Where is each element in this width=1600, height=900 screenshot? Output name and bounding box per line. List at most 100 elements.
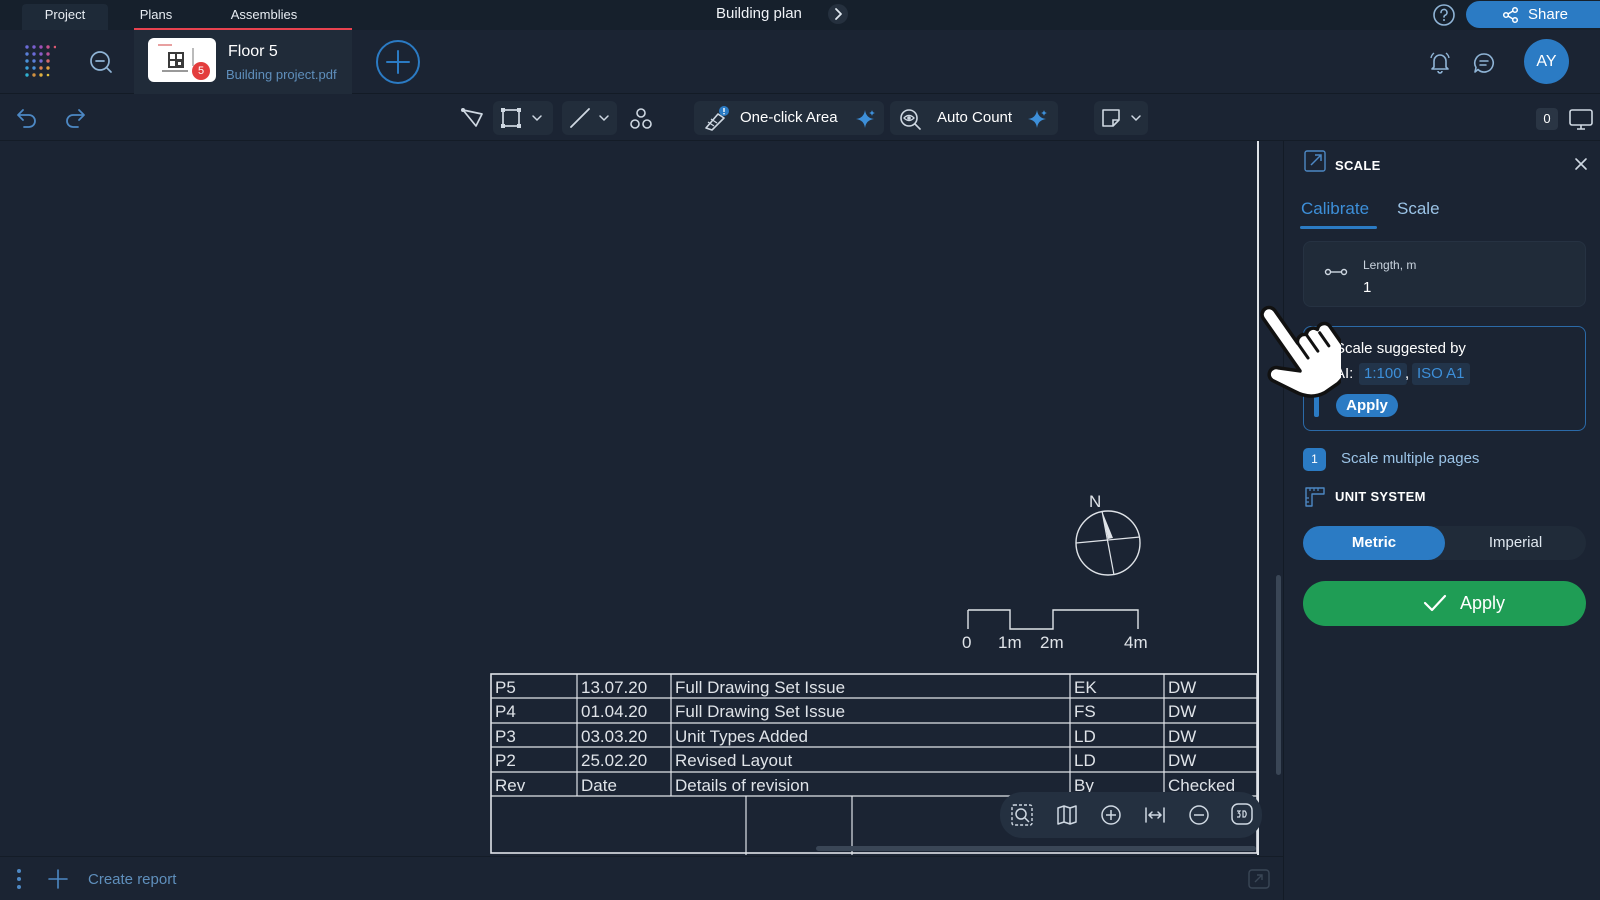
header-date: Date <box>581 776 617 795</box>
table-row: P5 13.07.20 Full Drawing Set Issue EK DW <box>495 678 1196 697</box>
notifications-bell-icon[interactable] <box>1428 50 1452 74</box>
metric-option[interactable]: Metric <box>1303 526 1445 560</box>
header-rev: Rev <box>495 776 526 795</box>
table-row: P3 03.03.20 Unit Types Added LD DW <box>495 727 1196 746</box>
3d-view-icon[interactable] <box>1230 802 1254 826</box>
tab-assemblies[interactable]: Assemblies <box>216 4 312 30</box>
date-cell: 01.04.20 <box>581 702 647 721</box>
tab-plans[interactable]: Plans <box>134 4 178 30</box>
share-button[interactable]: Share <box>1466 1 1600 28</box>
redo-icon[interactable] <box>64 107 88 129</box>
polygon-area-tool-icon[interactable] <box>460 106 486 130</box>
help-icon[interactable] <box>1432 3 1456 27</box>
rev-cell: P5 <box>495 678 516 697</box>
add-plan-icon[interactable] <box>376 40 420 84</box>
sticky-note-icon[interactable] <box>1099 106 1123 130</box>
line-tool-group[interactable] <box>562 101 617 135</box>
rev-cell: P4 <box>495 702 516 721</box>
search-plans-icon[interactable] <box>88 49 114 75</box>
checkmark-icon <box>1422 593 1448 613</box>
details-cell: Unit Types Added <box>675 727 808 746</box>
details-cell: Revised Layout <box>675 751 792 770</box>
apply-suggestion-button[interactable]: Apply <box>1336 394 1398 417</box>
zoom-area-icon[interactable] <box>1010 803 1034 827</box>
checked-cell: DW <box>1168 702 1196 721</box>
date-cell: 03.03.20 <box>581 727 647 746</box>
apps-grid-icon[interactable] <box>24 44 56 78</box>
details-cell: Full Drawing Set Issue <box>675 678 845 697</box>
scale-bar <box>967 609 1139 630</box>
length-field[interactable] <box>1303 241 1586 307</box>
length-label: Length, m <box>1363 258 1417 272</box>
rev-cell: P3 <box>495 727 516 746</box>
comments-icon[interactable] <box>1472 51 1496 75</box>
display-panel-icon[interactable] <box>1568 107 1594 131</box>
ai-sparkle-icon <box>854 108 876 130</box>
plus-icon[interactable] <box>47 868 69 890</box>
zoom-out-icon[interactable] <box>1187 803 1211 827</box>
close-icon[interactable] <box>1573 156 1589 172</box>
line-tool-icon[interactable] <box>568 106 592 130</box>
pointer-hand-icon <box>1251 298 1341 408</box>
scale-label-0: 0 <box>962 633 971 652</box>
table-row: P4 01.04.20 Full Drawing Set Issue FS DW <box>495 702 1196 721</box>
measurement-count-badge: 0 <box>1536 108 1558 130</box>
suggested-scale-chip[interactable]: 1:100 <box>1359 363 1407 385</box>
plan-name: Floor 5 <box>228 43 278 60</box>
expand-panel-icon[interactable] <box>1248 869 1270 889</box>
apply-label: Apply <box>1460 593 1506 613</box>
note-tool-group[interactable] <box>1094 101 1148 135</box>
zoom-in-icon[interactable] <box>1099 803 1123 827</box>
header-details: Details of revision <box>675 776 809 795</box>
north-label: N <box>1089 492 1101 511</box>
chevron-down-icon[interactable] <box>598 113 610 123</box>
rectangle-tool-icon[interactable] <box>499 106 523 130</box>
pages-count-badge: 1 <box>1303 448 1326 471</box>
more-options-icon[interactable] <box>16 868 22 890</box>
by-cell: EK <box>1074 678 1097 697</box>
length-input[interactable]: 1 <box>1363 279 1371 296</box>
chevron-down-icon[interactable] <box>531 113 543 123</box>
by-cell: LD <box>1074 751 1096 770</box>
user-avatar[interactable]: AY <box>1524 39 1569 84</box>
auto-count-button[interactable]: Auto Count <box>890 101 1058 135</box>
auto-count-label: Auto Count <box>937 109 1013 126</box>
tab-project[interactable]: Project <box>22 4 108 30</box>
rev-cell: P2 <box>495 751 516 770</box>
plan-header-bar <box>0 30 1600 94</box>
scale-label-4m: 4m <box>1124 633 1148 652</box>
imperial-option[interactable]: Imperial <box>1445 526 1586 560</box>
tab-calibrate[interactable]: Calibrate <box>1301 199 1369 219</box>
vertical-scrollbar[interactable] <box>1276 575 1281 775</box>
map-view-icon[interactable] <box>1055 803 1079 827</box>
view-tools <box>1000 792 1262 838</box>
fit-width-icon[interactable] <box>1143 803 1167 827</box>
chevron-down-icon[interactable] <box>1130 113 1142 123</box>
checked-cell: DW <box>1168 751 1196 770</box>
bottom-bar: Create report <box>0 856 1283 900</box>
scale-label-2m: 2m <box>1040 633 1064 652</box>
plan-canvas[interactable]: N 0 1m 2m 4m P5 13.07.20 Full Drawing Se… <box>0 141 1283 855</box>
horizontal-scrollbar[interactable] <box>816 846 1256 851</box>
page-title[interactable]: Building plan <box>716 5 802 22</box>
apply-button[interactable]: Apply <box>1303 581 1586 626</box>
create-report-button[interactable]: Create report <box>88 871 176 888</box>
rectangle-tool-group[interactable] <box>493 101 553 135</box>
one-click-area-button[interactable]: One-click Area <box>694 101 884 135</box>
details-cell: Full Drawing Set Issue <box>675 702 845 721</box>
ai-sparkle-icon <box>1026 108 1048 130</box>
undo-icon[interactable] <box>14 107 38 129</box>
count-tool-icon[interactable] <box>628 106 654 132</box>
plan-card[interactable] <box>134 30 352 94</box>
top-bar: Project Plans Assemblies Building plan S… <box>0 0 1600 31</box>
suggested-paper-chip[interactable]: ISO A1 <box>1412 363 1470 385</box>
scale-icon <box>1303 149 1327 173</box>
tab-scale[interactable]: Scale <box>1397 199 1440 219</box>
share-label: Share <box>1528 6 1569 23</box>
by-cell: FS <box>1074 702 1096 721</box>
ruler-icon <box>1303 485 1327 509</box>
north-arrow: N <box>1075 492 1141 576</box>
scale-multiple-pages-link[interactable]: Scale multiple pages <box>1341 450 1479 467</box>
chevron-right-icon[interactable] <box>828 4 848 24</box>
unit-system-toggle: Metric Imperial <box>1303 526 1586 560</box>
